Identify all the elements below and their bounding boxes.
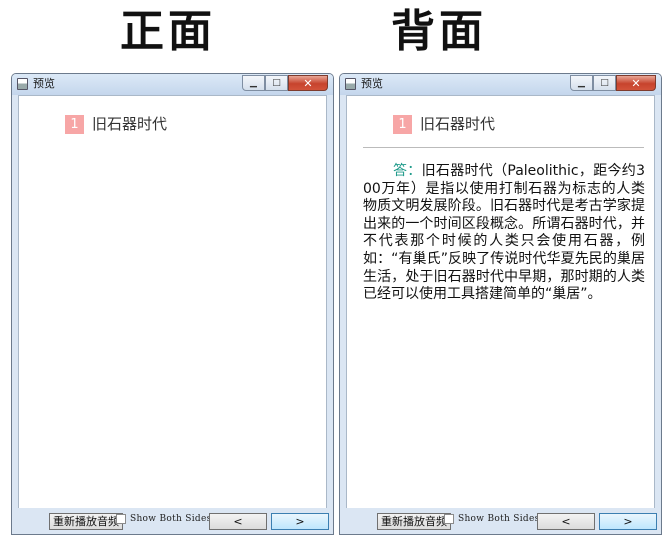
show-both-sides-toggle[interactable]: Show Both Sides	[444, 514, 540, 524]
back-heading: 背面	[391, 6, 487, 57]
back-window-title: 预览	[361, 77, 383, 90]
front-bottom-bar: 重新播放音频 Show Both Sides < >	[12, 508, 333, 534]
answer-text: 旧石器时代（Paleolithic，距今约300万年）是指以使用打制石器为标志的…	[363, 163, 645, 303]
prev-card-button[interactable]: <	[537, 513, 595, 530]
minimize-icon[interactable]: ▁	[570, 75, 593, 91]
preview-app-icon	[17, 78, 28, 90]
front-titlebar[interactable]: 预览 ▁ □ ✕	[12, 74, 333, 95]
replay-audio-button[interactable]: 重新播放音频	[377, 513, 451, 530]
back-card-header: 1 旧石器时代	[393, 115, 495, 134]
card-question: 旧石器时代	[92, 115, 168, 133]
show-both-sides-checkbox[interactable]	[116, 514, 126, 524]
front-card-header: 1 旧石器时代	[65, 115, 167, 134]
front-window-controls: ▁ □ ✕	[242, 75, 328, 92]
replay-audio-button[interactable]: 重新播放音频	[49, 513, 123, 530]
show-both-sides-toggle[interactable]: Show Both Sides	[116, 514, 212, 524]
preview-app-icon	[345, 78, 356, 90]
back-window-controls: ▁ □ ✕	[570, 75, 656, 92]
next-card-button[interactable]: >	[271, 513, 329, 530]
maximize-icon[interactable]: □	[265, 75, 288, 91]
close-icon[interactable]: ✕	[616, 75, 656, 91]
front-card-area: 1 旧石器时代	[18, 95, 327, 509]
show-both-sides-label: Show Both Sides	[458, 514, 540, 524]
card-question: 旧石器时代	[420, 115, 496, 133]
show-both-sides-label: Show Both Sides	[130, 514, 212, 524]
maximize-icon[interactable]: □	[593, 75, 616, 91]
front-window-title: 预览	[33, 77, 55, 90]
next-card-button[interactable]: >	[599, 513, 657, 530]
show-both-sides-checkbox[interactable]	[444, 514, 454, 524]
answer-label: 答：	[393, 163, 422, 179]
front-heading: 正面	[120, 6, 216, 57]
question-answer-divider	[363, 147, 644, 148]
card-number-badge: 1	[393, 115, 412, 134]
minimize-icon[interactable]: ▁	[242, 75, 265, 91]
close-icon[interactable]: ✕	[288, 75, 328, 91]
front-preview-window: 预览 ▁ □ ✕ 1 旧石器时代 重新播放音频 Show Both Sides …	[11, 73, 334, 535]
card-number-badge: 1	[65, 115, 84, 134]
back-card-area: 1 旧石器时代 答：旧石器时代（Paleolithic，距今约300万年）是指以…	[346, 95, 655, 509]
back-titlebar[interactable]: 预览 ▁ □ ✕	[340, 74, 661, 95]
card-answer: 答：旧石器时代（Paleolithic，距今约300万年）是指以使用打制石器为标…	[363, 163, 645, 304]
back-preview-window: 预览 ▁ □ ✕ 1 旧石器时代 答：旧石器时代（Paleolithic，距今约…	[339, 73, 662, 535]
prev-card-button[interactable]: <	[209, 513, 267, 530]
back-bottom-bar: 重新播放音频 Show Both Sides < >	[340, 508, 661, 534]
